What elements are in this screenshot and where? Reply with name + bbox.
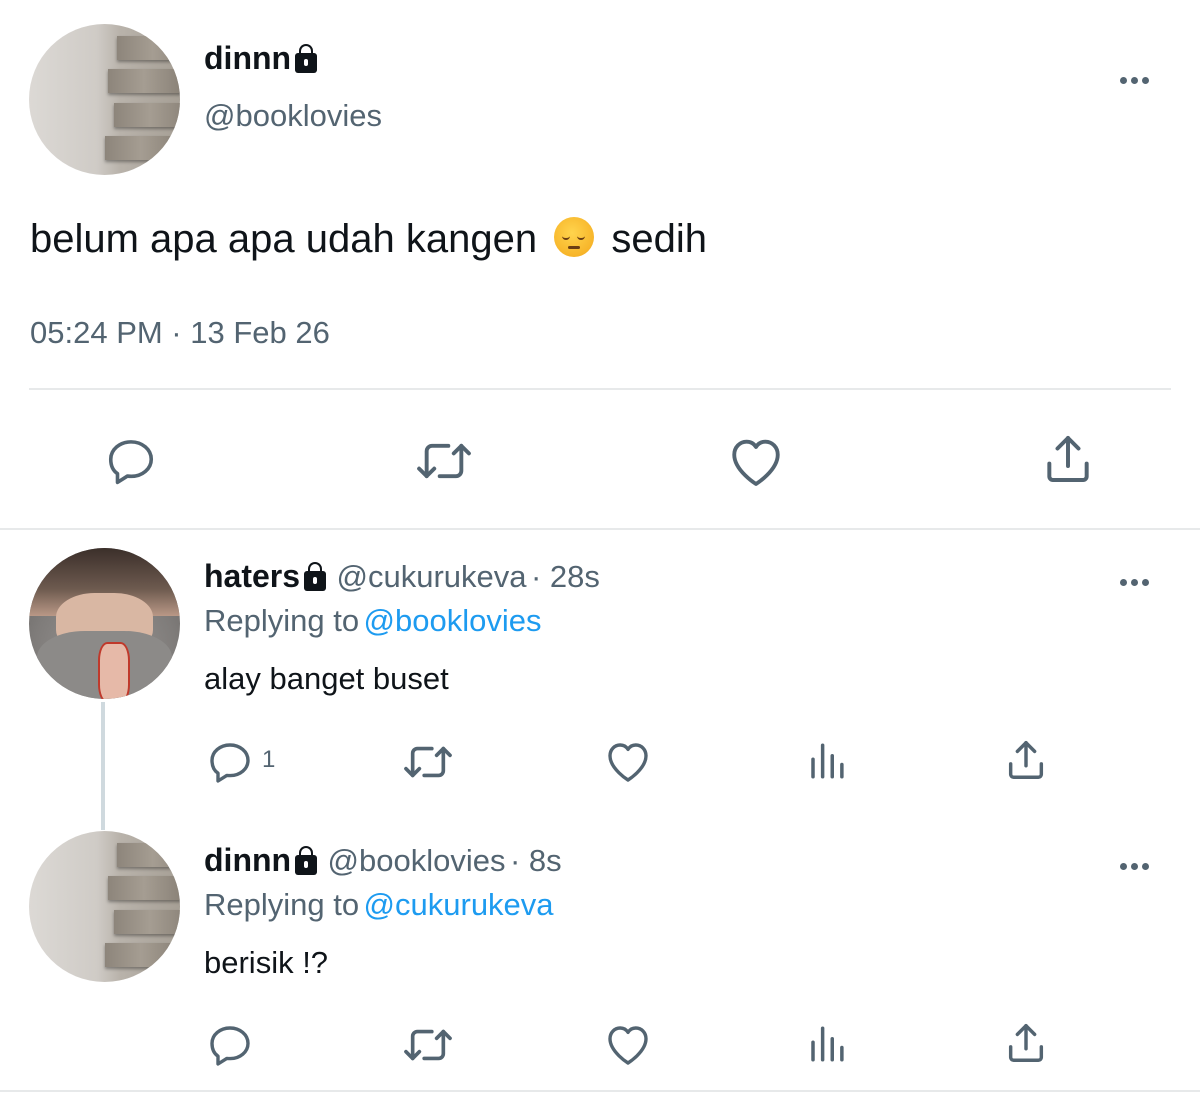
main-tweet-text: belum apa apa udah kangen sedih xyxy=(30,214,707,264)
divider xyxy=(29,388,1171,390)
bottom-divider xyxy=(0,1090,1200,1092)
analytics-icon[interactable] xyxy=(806,1023,848,1065)
display-name[interactable]: dinnn xyxy=(204,842,291,878)
share-icon[interactable] xyxy=(1003,737,1049,783)
share-icon[interactable] xyxy=(1003,1020,1049,1066)
more-options-icon[interactable] xyxy=(1120,568,1153,590)
protected-lock-icon xyxy=(295,845,318,875)
replying-label: Replying to xyxy=(204,603,360,638)
like-icon[interactable] xyxy=(604,738,652,784)
replying-to: Replying to @cukurukeva xyxy=(204,885,554,931)
tweet-text-part: sedih xyxy=(611,217,707,261)
main-tweet-handle[interactable]: @booklovies xyxy=(204,96,382,136)
replying-label: Replying to xyxy=(204,887,360,922)
reply-handle[interactable]: @cukurukeva xyxy=(337,559,527,594)
analytics-icon[interactable] xyxy=(806,740,848,782)
reply-text: alay banget buset xyxy=(204,661,449,696)
main-tweet-timestamp[interactable]: 05:24 PM · 13 Feb 26 xyxy=(30,313,330,353)
main-tweet-avatar[interactable] xyxy=(29,24,180,175)
like-icon[interactable] xyxy=(604,1021,652,1067)
retweet-icon[interactable] xyxy=(400,1022,456,1068)
reply-icon[interactable] xyxy=(104,434,158,488)
share-icon[interactable] xyxy=(1040,430,1096,488)
protected-lock-icon xyxy=(304,561,327,591)
reply-header: dinnn @booklovies · 8s xyxy=(204,840,562,887)
reply-time[interactable]: · 8s xyxy=(510,843,562,878)
tweet-text-part: belum apa apa udah kangen xyxy=(30,217,538,261)
retweet-icon[interactable] xyxy=(400,739,456,785)
protected-lock-icon xyxy=(295,43,318,73)
reply-handle[interactable]: @booklovies xyxy=(328,843,506,878)
reply-count: 1 xyxy=(262,746,276,773)
display-name: dinnn xyxy=(204,40,292,76)
main-tweet-author[interactable]: dinnn xyxy=(204,38,318,85)
reply-avatar[interactable] xyxy=(29,548,180,699)
like-icon[interactable] xyxy=(727,434,785,488)
retweet-icon[interactable] xyxy=(413,435,475,487)
reply-text: berisik !? xyxy=(204,945,329,980)
reply-avatar[interactable] xyxy=(29,831,180,982)
more-options-icon[interactable] xyxy=(1120,66,1153,88)
more-options-icon[interactable] xyxy=(1120,852,1153,874)
reply-header: haters @cukurukeva · 28s xyxy=(204,556,600,603)
replying-to: Replying to @booklovies xyxy=(204,601,542,647)
display-name[interactable]: haters xyxy=(204,558,300,594)
section-divider xyxy=(0,528,1200,530)
pensive-face-emoji xyxy=(554,217,595,258)
reply-time[interactable]: · 28s xyxy=(531,559,600,594)
mention-link[interactable]: @cukurukeva xyxy=(364,887,554,922)
mention-link[interactable]: @booklovies xyxy=(364,603,542,638)
thread-connector-line xyxy=(101,702,105,830)
reply-icon[interactable] xyxy=(206,1021,254,1069)
reply-icon[interactable] xyxy=(206,738,254,786)
